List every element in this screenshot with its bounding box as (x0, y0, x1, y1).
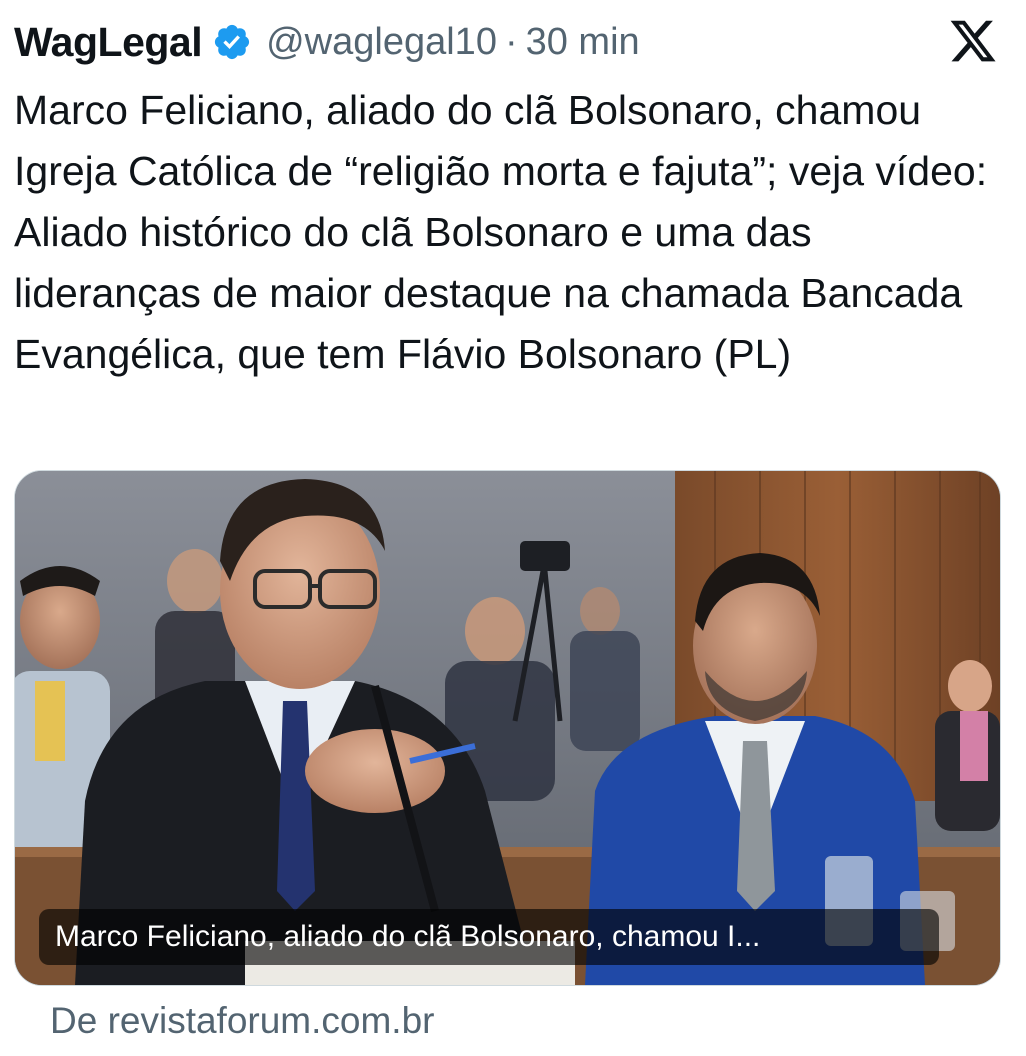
tweet-header: WagLegal @waglegal10 · 30 min (14, 14, 1006, 70)
verified-badge-icon (215, 24, 250, 60)
x-logo-icon[interactable] (948, 16, 998, 66)
news-photo (15, 471, 1000, 985)
media-caption: Marco Feliciano, aliado do clã Bolsonaro… (39, 909, 939, 965)
media-card[interactable]: Marco Feliciano, aliado do clã Bolsonaro… (14, 470, 1001, 986)
tweet-text: Marco Feliciano, aliado do clã Bolsonaro… (14, 87, 988, 377)
separator-dot: · (504, 20, 518, 63)
author-name[interactable]: WagLegal (14, 19, 203, 66)
author-handle[interactable]: @waglegal10 (266, 21, 497, 64)
tweet-timestamp[interactable]: 30 min (526, 21, 640, 64)
source-link[interactable]: De revistaforum.com.br (50, 1000, 435, 1042)
